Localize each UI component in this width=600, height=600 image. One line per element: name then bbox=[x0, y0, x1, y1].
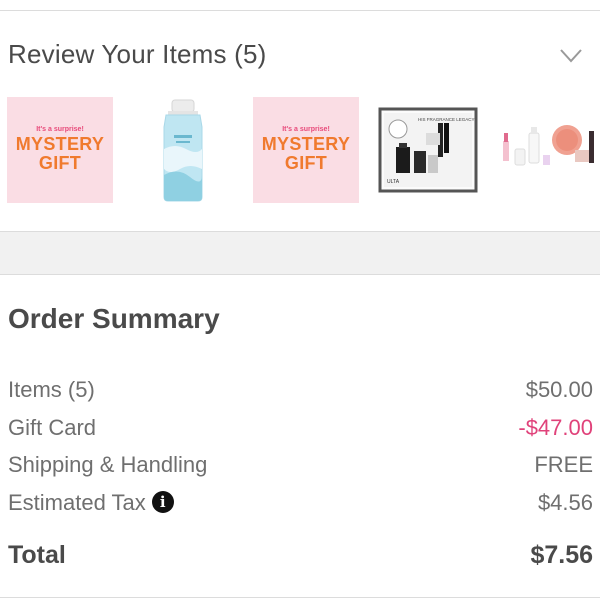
toner-bottle-image bbox=[163, 99, 203, 202]
item-thumbnail-mystery-gift[interactable]: It's a surprise! MYSTERY GIFT bbox=[253, 97, 359, 203]
mystery-gift-tagline: It's a surprise! bbox=[282, 126, 330, 133]
summary-row-label: Gift Card bbox=[8, 415, 97, 440]
item-thumbnail-makeup-kit[interactable] bbox=[497, 97, 600, 203]
item-thumbnails: It's a surprise! MYSTERY GIFT It's a surp… bbox=[0, 97, 600, 205]
summary-row-items: Items (5) $50.00 bbox=[8, 377, 593, 407]
summary-row-label: Shipping & Handling bbox=[8, 452, 208, 477]
summary-row-value: FREE bbox=[534, 452, 593, 477]
total-label: Total bbox=[8, 541, 66, 569]
summary-row-estimated-tax: Estimated Tax i $4.56 bbox=[8, 490, 593, 520]
order-summary-title: Order Summary bbox=[8, 303, 220, 334]
summary-row-label: Items (5) bbox=[8, 377, 95, 402]
bottom-divider bbox=[0, 597, 600, 598]
item-thumbnail-toner[interactable] bbox=[130, 97, 236, 203]
summary-row-label: Estimated Tax i bbox=[8, 490, 174, 516]
info-icon[interactable]: i bbox=[151, 491, 174, 514]
summary-row-gift-card: Gift Card -$47.00 bbox=[8, 415, 593, 445]
total-value: $7.56 bbox=[530, 541, 593, 569]
review-items-header[interactable]: Review Your Items (5) bbox=[0, 11, 600, 95]
item-thumbnail-fragrance-set[interactable]: HIS FRAGRANCE LEGACY ULTA bbox=[378, 97, 484, 203]
section-separator bbox=[0, 231, 600, 275]
review-items-title: Review Your Items (5) bbox=[8, 39, 267, 69]
makeup-kit-image bbox=[503, 125, 594, 166]
summary-row-value: -$47.00 bbox=[518, 415, 593, 440]
summary-row-value: $50.00 bbox=[525, 377, 593, 402]
order-total-row: Total $7.56 bbox=[8, 541, 593, 573]
mystery-gift-title: MYSTERY GIFT bbox=[261, 134, 351, 173]
fragrance-box-text: HIS FRAGRANCE LEGACY bbox=[418, 117, 475, 122]
fragrance-brand-text: ULTA bbox=[387, 179, 400, 185]
fragrance-legacy-set-image: HIS FRAGRANCE LEGACY ULTA bbox=[378, 107, 478, 193]
summary-row-value: $4.56 bbox=[537, 490, 593, 515]
summary-row-shipping: Shipping & Handling FREE bbox=[8, 452, 593, 482]
mystery-gift-title: MYSTERY GIFT bbox=[15, 134, 105, 173]
item-thumbnail-mystery-gift[interactable]: It's a surprise! MYSTERY GIFT bbox=[7, 97, 113, 203]
chevron-down-icon[interactable] bbox=[560, 49, 582, 63]
mystery-gift-tagline: It's a surprise! bbox=[36, 126, 84, 133]
